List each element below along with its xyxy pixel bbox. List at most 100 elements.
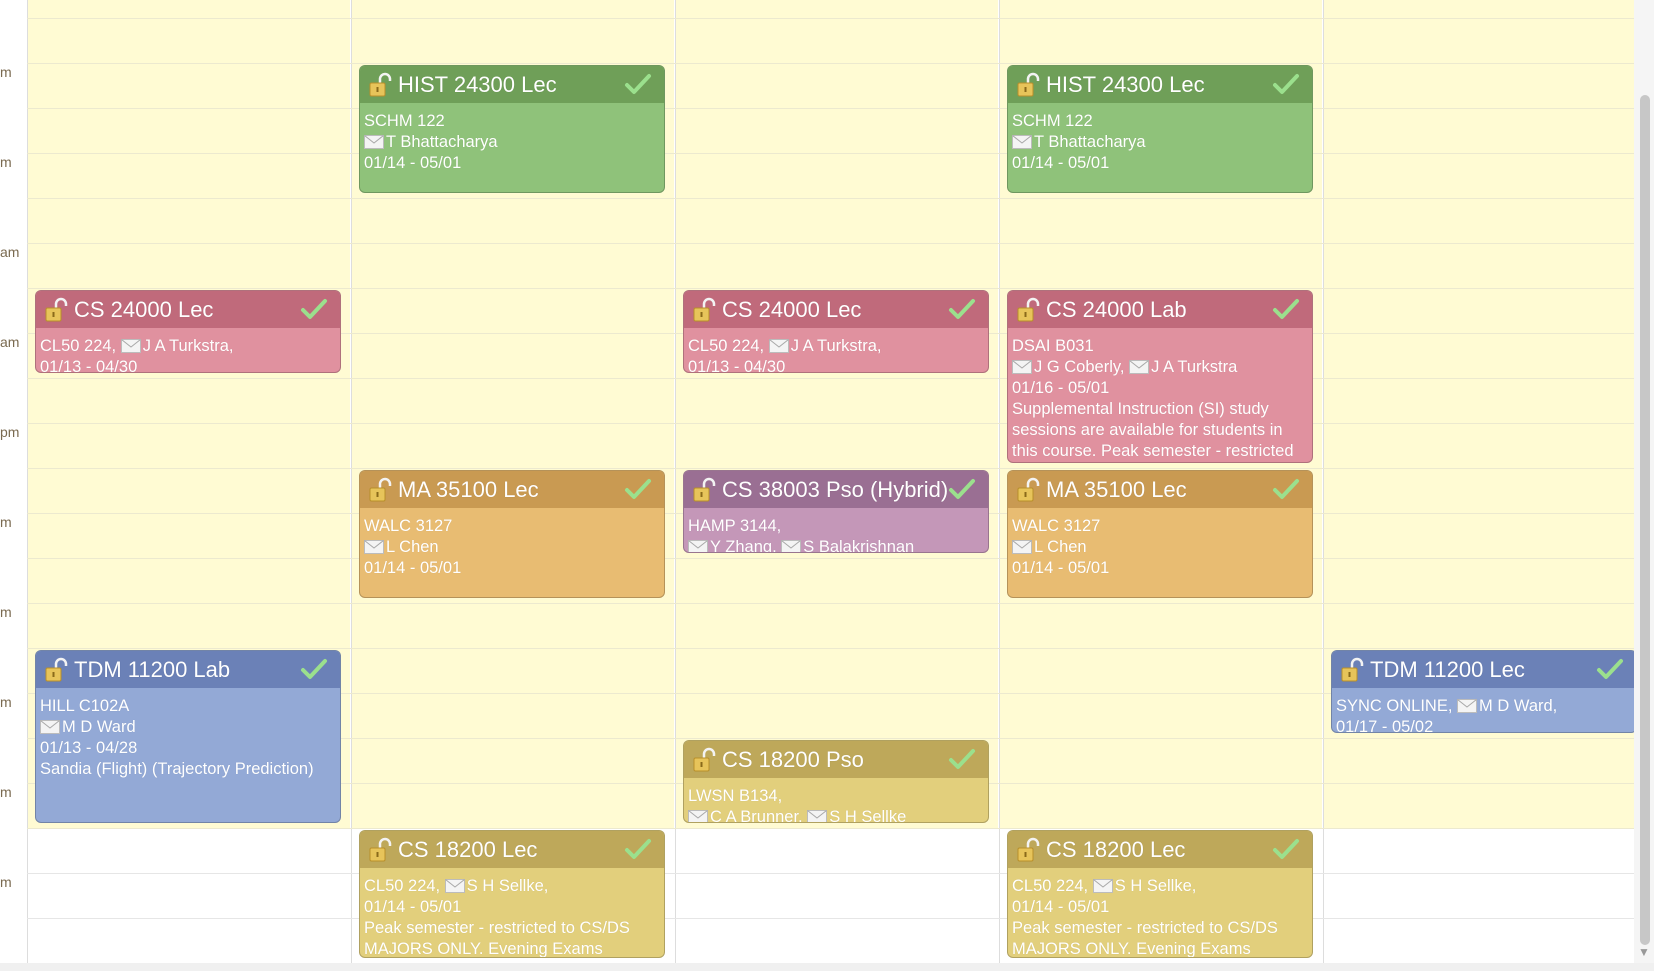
time-label: m	[0, 874, 12, 890]
email-icon[interactable]	[444, 878, 465, 893]
event-detail-line: Sandia (Flight) (Trajectory Prediction)	[40, 760, 314, 778]
unlock-icon[interactable]	[1340, 657, 1366, 683]
email-icon[interactable]	[364, 539, 384, 554]
email-icon[interactable]	[364, 134, 384, 149]
email-icon[interactable]	[1012, 134, 1032, 149]
unlock-icon[interactable]	[368, 477, 394, 503]
evening-area	[1324, 829, 1634, 963]
course-event-cs38003-tue[interactable]: CS 38003 Pso (Hybrid) HAMP 3144, Y Zhang, …	[683, 470, 989, 553]
email-icon[interactable]	[781, 539, 802, 552]
checkmark-icon	[1272, 72, 1300, 96]
checkmark-icon	[624, 837, 652, 861]
event-title: CS 24000 Lec	[722, 296, 862, 322]
course-event-cs182-wed[interactable]: CS 18200 Lec CL50 224, S H Sellke, 01/14 -…	[1007, 830, 1313, 958]
horizontal-scrollbar[interactable]	[0, 963, 1654, 971]
grid-line	[27, 378, 1634, 379]
unlock-icon[interactable]	[44, 657, 70, 683]
weekly-schedule-calendar: m m am am pm m m m m m HIST 24300 Lec SCHM 122 T Bh…	[0, 0, 1634, 963]
day-column[interactable]	[1323, 0, 1634, 963]
scrollbar-thumb[interactable]	[1640, 95, 1650, 945]
course-event-ma-mon[interactable]: MA 35100 Lec WALC 3127 L Chen 01/14 - 05/01	[359, 470, 665, 598]
event-detail-line: CL50 224, S H Sellke,	[1012, 877, 1197, 895]
evening-area	[676, 829, 998, 963]
unlock-icon[interactable]	[368, 837, 394, 863]
event-detail-line: 01/17 - 05/02	[1336, 718, 1434, 733]
unlock-icon[interactable]	[44, 297, 70, 323]
email-icon[interactable]	[1457, 698, 1478, 713]
course-event-hist-mon[interactable]: HIST 24300 Lec SCHM 122 T Bhattacharya 01/1…	[359, 65, 665, 193]
course-event-ma-wed[interactable]: MA 35100 Lec WALC 3127 L Chen 01/14 - 05/01	[1007, 470, 1313, 598]
email-icon[interactable]	[768, 338, 789, 353]
event-header[interactable]: MA 35100 Lec	[1008, 471, 1312, 508]
event-header[interactable]: MA 35100 Lec	[360, 471, 664, 508]
checkmark-icon	[948, 747, 976, 771]
unlock-icon[interactable]	[1016, 72, 1042, 98]
email-icon[interactable]	[807, 809, 828, 822]
course-event-cs240-sun[interactable]: CS 24000 Lec CL50 224, J A Turkstra, 01/13…	[35, 290, 341, 373]
event-title: CS 18200 Pso	[722, 746, 864, 772]
event-detail-line: SYNC ONLINE, M D Ward,	[1336, 697, 1558, 715]
event-header[interactable]: TDM 11200 Lab	[36, 651, 340, 688]
grid-line	[27, 603, 1634, 604]
event-header[interactable]: HIST 24300 Lec	[1008, 66, 1312, 103]
event-header[interactable]: CS 38003 Pso (Hybrid)	[684, 471, 988, 508]
course-event-cs182pso-tue[interactable]: CS 18200 Pso LWSN B134, C A Brunner, S H S…	[683, 740, 989, 823]
event-detail-line: SCHM 122	[364, 112, 445, 130]
evening-area	[28, 829, 350, 963]
unlock-icon[interactable]	[692, 747, 718, 773]
event-header[interactable]: CS 24000 Lab	[1008, 291, 1312, 328]
event-header[interactable]: HIST 24300 Lec	[360, 66, 664, 103]
email-icon[interactable]	[1012, 359, 1032, 374]
email-icon[interactable]	[40, 719, 60, 734]
email-icon[interactable]	[120, 338, 141, 353]
course-event-hist-wed[interactable]: HIST 24300 Lec SCHM 122 T Bhattacharya 01/1…	[1007, 65, 1313, 193]
event-header[interactable]: CS 18200 Pso	[684, 741, 988, 778]
event-details: LWSN B134, C A Brunner, S H Sellke	[684, 778, 988, 822]
email-icon[interactable]	[688, 809, 708, 822]
email-icon[interactable]	[688, 539, 708, 552]
event-detail-line: HILL C102A	[40, 697, 130, 715]
course-event-cs182-mon[interactable]: CS 18200 Lec CL50 224, S H Sellke, 01/14 -…	[359, 830, 665, 958]
event-details: CL50 224, S H Sellke, 01/14 - 05/01 Peak s…	[360, 868, 664, 957]
course-event-tdm-sun[interactable]: TDM 11200 Lab HILL C102A M D Ward 01/13 - 0…	[35, 650, 341, 823]
unlock-icon[interactable]	[1016, 297, 1042, 323]
course-event-cs240-tue[interactable]: CS 24000 Lec CL50 224, J A Turkstra, 01/13…	[683, 290, 989, 373]
event-details: HAMP 3144, Y Zhang, S Balakrishnan	[684, 508, 988, 552]
course-event-cs240lab-wed[interactable]: CS 24000 Lab DSAI B031 J G Coberly, J A Tu…	[1007, 290, 1313, 463]
event-header[interactable]: TDM 11200 Lec	[1332, 651, 1634, 688]
checkmark-icon	[300, 297, 328, 321]
event-detail-line: Peak semester - restricted to CS/DS MAJO…	[1012, 919, 1278, 958]
grid-line	[27, 873, 1634, 874]
event-title: CS 24000 Lab	[1046, 296, 1187, 322]
unlock-icon[interactable]	[1016, 477, 1042, 503]
event-detail-line: L Chen	[1012, 537, 1308, 558]
event-title: CS 24000 Lec	[74, 296, 214, 322]
event-details: WALC 3127 L Chen 01/14 - 05/01	[360, 508, 664, 579]
grid-line	[27, 558, 1634, 559]
event-header[interactable]: CS 18200 Lec	[1008, 831, 1312, 868]
email-icon[interactable]	[1129, 359, 1150, 374]
event-details: SCHM 122 T Bhattacharya 01/14 - 05/01	[1008, 103, 1312, 174]
event-header[interactable]: CS 24000 Lec	[684, 291, 988, 328]
checkmark-icon	[948, 477, 976, 501]
event-header[interactable]: CS 18200 Lec	[360, 831, 664, 868]
event-detail-line: T Bhattacharya	[1012, 132, 1308, 153]
email-icon[interactable]	[1092, 878, 1113, 893]
event-detail-line: C A Brunner, S H Sellke	[688, 807, 984, 822]
course-event-tdm-thu[interactable]: TDM 11200 Lec SYNC ONLINE, M D Ward, 01/17…	[1331, 650, 1634, 733]
event-details: SCHM 122 T Bhattacharya 01/14 - 05/01	[360, 103, 664, 174]
unlock-icon[interactable]	[1016, 837, 1042, 863]
unlock-icon[interactable]	[692, 477, 718, 503]
scroll-down-arrow-icon[interactable]: ▼	[1638, 945, 1650, 959]
time-label: m	[0, 514, 12, 530]
vertical-scrollbar[interactable]: ▼	[1634, 0, 1654, 963]
email-icon[interactable]	[1012, 539, 1032, 554]
unlock-icon[interactable]	[692, 297, 718, 323]
event-detail-line: 01/13 - 04/28	[40, 739, 138, 757]
time-label: m	[0, 784, 12, 800]
event-details: HILL C102A M D Ward 01/13 - 04/28 Sandia (F…	[36, 688, 340, 780]
event-header[interactable]: CS 24000 Lec	[36, 291, 340, 328]
checkmark-icon	[1596, 657, 1624, 681]
checkmark-icon	[1272, 477, 1300, 501]
unlock-icon[interactable]	[368, 72, 394, 98]
